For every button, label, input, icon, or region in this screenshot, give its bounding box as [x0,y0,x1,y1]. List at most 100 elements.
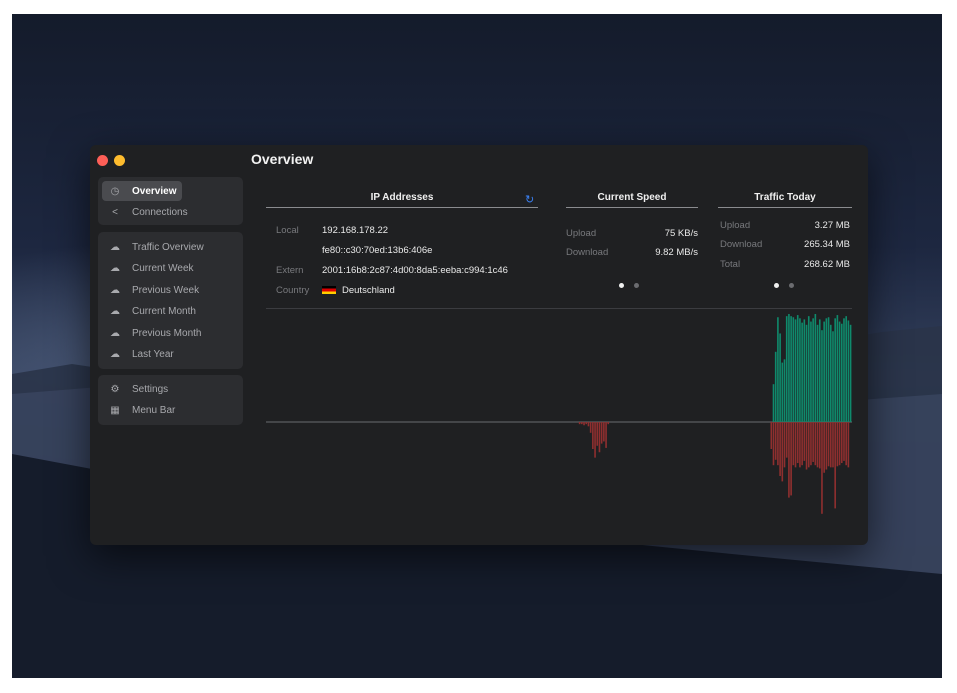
page-dot[interactable] [789,283,794,288]
sidebar-item-settings[interactable]: ⚙ Settings [102,379,239,399]
traffic-page-indicator[interactable] [774,283,794,288]
traffic-upload-label: Upload [720,220,751,231]
traffic-today-heading: Traffic Today [718,192,852,208]
country-value: Deutschland [322,285,395,296]
download-bar [821,422,823,514]
sidebar-item-label: Settings [132,383,169,395]
upload-bar [774,351,777,422]
traffic-chart [266,314,852,514]
download-bar [605,422,607,448]
ip-addresses-heading: IP Addresses [266,192,538,208]
download-bar [581,422,583,425]
sidebar-group-traffic: ☁ Traffic Overview ☁ Current Week ☁ Prev… [98,232,243,369]
upload-bar [840,323,843,422]
sidebar-item-label: Previous Week [132,284,200,296]
page-dot[interactable] [634,283,639,288]
upload-bar [792,317,795,422]
upload-bar [779,333,781,422]
sidebar-item-label: Connections [132,206,188,218]
title-bar: Overview [90,145,868,175]
cloud-icon: ☁ [110,262,120,274]
share-icon: < [112,206,118,218]
download-bar [785,422,788,458]
upload-bar [799,318,801,422]
download-bar [845,422,847,466]
sidebar-item-label: Current Week [132,262,194,274]
download-bar [585,422,588,425]
upload-bar [801,322,803,422]
download-bar [847,422,850,468]
sidebar-item-current-week[interactable]: ☁ Current Week [102,258,239,278]
sidebar-item-label: Previous Month [132,327,202,339]
sidebar-item-last-year[interactable]: ☁ Last Year [102,344,239,364]
upload-bar [805,324,808,422]
download-bar [783,422,786,468]
window-title: Overview [251,151,314,167]
upload-bar [838,321,841,422]
cloud-icon: ☁ [110,284,120,296]
speed-download-value: 9.82 MB/s [655,247,698,258]
upload-bar [829,324,832,422]
sidebar-item-previous-month[interactable]: ☁ Previous Month [102,323,239,343]
upload-bar [807,316,810,422]
sidebar-item-label: Traffic Overview [132,241,204,253]
sidebar-item-traffic-overview[interactable]: ☁ Traffic Overview [102,237,239,257]
upload-bar [849,324,852,422]
upload-bar [825,318,828,422]
speedometer-icon: ◷ [110,185,120,197]
refresh-icon[interactable]: ↻ [525,193,534,206]
upload-bar [834,318,836,422]
download-bar [836,422,839,467]
speed-upload-value: 75 KB/s [664,228,698,239]
speed-page-indicator[interactable] [619,283,639,288]
upload-bar [783,359,786,422]
sidebar-item-menu-bar[interactable]: ▦ Menu Bar [102,400,239,420]
download-bar [827,422,830,467]
page-dot-active[interactable] [619,283,624,288]
download-bar [812,422,814,462]
sidebar-item-current-month[interactable]: ☁ Current Month [102,301,239,321]
speed-upload-label: Upload [566,228,597,239]
download-bar [840,422,843,464]
sidebar-item-label: Menu Bar [132,404,176,416]
sidebar-group-settings: ⚙ Settings ▦ Menu Bar [98,375,243,425]
download-bar [583,422,585,426]
download-bar [598,422,601,453]
cloud-icon: ☁ [110,327,120,339]
gear-icon: ⚙ [110,383,120,395]
sidebar-group-main: ◷ Overview < Connections [98,177,243,225]
overview-panel: IP Addresses ↻ Current Speed Traffic Tod… [256,175,868,545]
upload-bar [790,316,792,422]
download-bar [823,422,825,473]
traffic-total-label: Total [720,259,741,270]
local-ipv6-value: fe80::c30:70ed:13b6:406e [322,245,433,256]
minimize-button[interactable] [114,155,125,166]
upload-bar [836,315,839,422]
sidebar-item-overview[interactable]: ◷ Overview [102,181,182,201]
download-bar [794,422,797,468]
page-dot-active[interactable] [774,283,779,288]
traffic-download-label: Download [720,239,763,250]
download-bar [803,422,806,461]
cloud-icon: ☁ [110,305,120,317]
download-bar [814,422,817,466]
download-bar [825,422,828,470]
upload-bar [832,331,834,422]
download-bar [589,422,592,433]
sidebar-item-connections[interactable]: < Connections [102,202,239,222]
download-bar [832,422,834,468]
cloud-icon: ☁ [110,241,120,253]
close-button[interactable] [97,155,108,166]
local-ipv4-value: 192.168.178.22 [322,225,389,236]
menu-bar-icon: ▦ [110,404,120,416]
download-bar [592,422,594,449]
sidebar-item-previous-week[interactable]: ☁ Previous Week [102,280,239,300]
download-bar [796,422,799,464]
download-bar [792,422,795,466]
download-bar [807,422,810,468]
country-label: Country [276,285,310,296]
speed-download-label: Download [566,247,609,258]
upload-bar [777,317,779,422]
download-bar [799,422,801,468]
download-bar [843,422,845,461]
